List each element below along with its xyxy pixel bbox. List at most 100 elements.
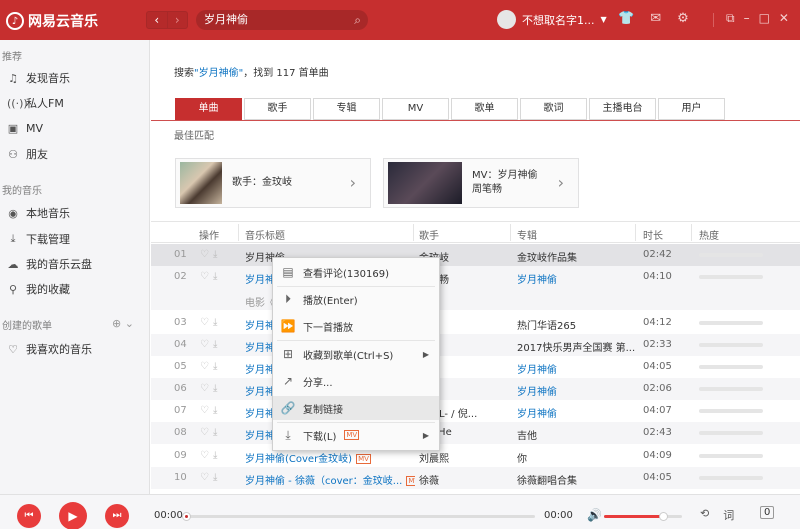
song-artist[interactable]: 刘晨熙 xyxy=(419,450,515,465)
song-artist[interactable]: 徐薇 xyxy=(419,472,515,487)
download-icon[interactable]: ⤓ xyxy=(213,339,221,350)
close-icon[interactable]: ✕ xyxy=(779,11,789,26)
table-row[interactable]: 01 ♡⤓ 岁月神偷 金玟岐 金玟岐作品集 02:42 xyxy=(151,244,800,266)
download-icon[interactable]: ⤓ xyxy=(213,383,221,394)
song-album[interactable]: 岁月神偷 xyxy=(517,271,635,286)
heart-icon[interactable]: ♡ xyxy=(200,405,213,416)
menu-item-comments[interactable]: ▤ 查看评论(130169) xyxy=(273,260,439,284)
heart-icon[interactable]: ♡ xyxy=(200,383,213,394)
sidebar-item-friends[interactable]: ⚇ 朋友 xyxy=(0,143,150,165)
download-icon[interactable]: ⤓ xyxy=(213,472,221,483)
sidebar-item-mv[interactable]: ▣ MV xyxy=(0,117,150,139)
tab-mv[interactable]: MV xyxy=(382,98,449,120)
tab-artists[interactable]: 歌手 xyxy=(244,98,311,120)
user-profile[interactable]: 不想取名字1... ▼ xyxy=(497,10,607,29)
song-title[interactable]: 岁月神偷 - 徐薇（cover：金玟岐...MV xyxy=(245,472,415,487)
song-album[interactable]: 金玟岐作品集 xyxy=(517,249,635,264)
heart-icon[interactable]: ♡ xyxy=(200,271,213,282)
header-artist[interactable]: 歌手 xyxy=(419,227,439,242)
song-album[interactable]: 吉他 xyxy=(517,427,635,442)
tab-songs[interactable]: 单曲 xyxy=(175,98,242,120)
song-album[interactable]: 岁月神偷 xyxy=(517,361,635,376)
add-playlist-icon[interactable]: ⊕ xyxy=(112,317,121,330)
best-match-artist-card[interactable]: 歌手：金玟岐 › xyxy=(175,158,371,208)
mini-mode-icon[interactable]: ⧉ xyxy=(726,11,735,26)
download-icon[interactable]: ⤓ xyxy=(213,450,221,461)
song-album[interactable]: 岁月神偷 xyxy=(517,405,635,420)
song-album[interactable]: 徐薇翻唱合集 xyxy=(517,472,635,487)
header-album[interactable]: 专辑 xyxy=(517,227,537,242)
forward-button[interactable]: › xyxy=(166,12,188,28)
search-icon[interactable]: ⌕ xyxy=(354,10,361,30)
song-album[interactable]: 热门华语265 xyxy=(517,317,635,332)
download-icon[interactable]: ⤓ xyxy=(213,271,221,282)
minimize-icon[interactable]: – xyxy=(744,11,750,26)
chevron-down-icon[interactable]: ▼ xyxy=(601,15,607,24)
song-title[interactable]: 岁月神偷(Cover金玟岐) MV xyxy=(245,450,415,465)
download-icon[interactable]: ⤓ xyxy=(213,361,221,372)
song-album[interactable]: 岁月神偷 xyxy=(517,383,635,398)
sidebar-item-liked-music[interactable]: ♡ 我喜欢的音乐 xyxy=(0,338,150,360)
sidebar-item-collection[interactable]: ⚲ 我的收藏 xyxy=(0,278,150,300)
next-button[interactable]: ⏭ xyxy=(105,504,129,528)
play-button[interactable]: ▶ xyxy=(59,502,87,529)
table-row[interactable]: 06 ♡⤓ 岁月神偷 岁月神偷 02:06 xyxy=(151,378,800,400)
download-icon[interactable]: ⤓ xyxy=(213,405,221,416)
heart-icon[interactable]: ♡ xyxy=(200,317,213,328)
download-icon[interactable]: ⤓ xyxy=(213,427,221,438)
heart-icon[interactable]: ♡ xyxy=(200,361,213,372)
menu-item-add-to-playlist[interactable]: ⊞ 收藏到歌单(Ctrl+S) ▶ xyxy=(273,342,439,366)
sidebar-item-downloads[interactable]: ⤓ 下载管理 xyxy=(0,228,150,250)
username[interactable]: 不想取名字1... xyxy=(522,12,595,28)
previous-button[interactable]: ⏮ xyxy=(17,504,41,528)
tab-radio[interactable]: 主播电台 xyxy=(589,98,656,120)
sidebar-item-discover[interactable]: ♫ 发现音乐 xyxy=(0,67,150,89)
download-icon[interactable]: ⤓ xyxy=(213,249,221,260)
song-album[interactable]: 你 xyxy=(517,450,635,465)
header-duration[interactable]: 时长 xyxy=(643,227,663,242)
heart-icon[interactable]: ♡ xyxy=(200,339,213,350)
heart-icon[interactable]: ♡ xyxy=(200,472,213,483)
avatar[interactable] xyxy=(497,10,516,29)
sidebar-item-local-music[interactable]: ◉ 本地音乐 xyxy=(0,202,150,224)
download-icon[interactable]: ⤓ xyxy=(213,317,221,328)
skin-icon[interactable]: 👕 xyxy=(618,11,634,26)
best-match-mv-card[interactable]: MV：岁月神偷 周笔畅 › xyxy=(383,158,579,208)
app-logo[interactable]: ♪ 网易云音乐 xyxy=(6,11,98,31)
tab-lyrics[interactable]: 歌词 xyxy=(520,98,587,120)
header-heat[interactable]: 热度 xyxy=(699,227,719,242)
gear-icon[interactable]: ⚙ xyxy=(677,11,689,26)
heart-icon[interactable]: ♡ xyxy=(200,450,213,461)
tab-playlists[interactable]: 歌单 xyxy=(451,98,518,120)
tab-users[interactable]: 用户 xyxy=(658,98,725,120)
table-row[interactable]: 07 ♡⤓ 岁月神偷 大哥L- / 倪... 岁月神偷 04:07 xyxy=(151,400,800,422)
mv-tag[interactable]: MV xyxy=(406,476,415,486)
progress-slider[interactable] xyxy=(182,512,535,521)
menu-item-copy-link[interactable]: 🔗 复制链接 xyxy=(273,396,439,420)
maximize-icon[interactable]: □ xyxy=(759,11,770,26)
menu-item-play-next[interactable]: ⏩ 下一首播放 xyxy=(273,314,439,338)
volume-knob[interactable] xyxy=(658,512,668,521)
lyrics-button[interactable]: 词 xyxy=(723,507,734,523)
mail-icon[interactable]: ✉ xyxy=(650,11,661,26)
menu-item-play[interactable]: ⏵ 播放(Enter) xyxy=(273,287,439,311)
table-row[interactable]: 03 ♡⤓ 岁月神偷 热门华语265 04:12 xyxy=(151,312,800,334)
progress-knob[interactable] xyxy=(182,512,191,521)
sidebar-item-cloud[interactable]: ☁ 我的音乐云盘 xyxy=(0,253,150,275)
heart-icon[interactable]: ♡ xyxy=(200,427,213,438)
volume-slider[interactable] xyxy=(604,512,682,521)
table-row[interactable]: 10 ♡⤓ 岁月神偷 - 徐薇（cover：金玟岐...MV 徐薇 徐薇翻唱合集… xyxy=(151,467,800,489)
table-row[interactable]: 09 ♡⤓ 岁月神偷(Cover金玟岐) MV 刘晨熙 你 04:09 xyxy=(151,445,800,467)
mv-tag[interactable]: MV xyxy=(356,454,371,464)
song-album[interactable]: 2017快乐男声全国赛 第... xyxy=(517,339,635,354)
playlist-button[interactable]: 0 xyxy=(760,506,775,519)
tab-albums[interactable]: 专辑 xyxy=(313,98,380,120)
search-input[interactable]: 岁月神偷 ⌕ xyxy=(196,10,368,30)
heart-icon[interactable]: ♡ xyxy=(200,249,213,260)
menu-item-download[interactable]: ⤓ 下载(L) MV ▶ xyxy=(273,423,439,447)
menu-item-share[interactable]: ↗ 分享... xyxy=(273,369,439,393)
sidebar-item-fm[interactable]: ((·)) 私人FM xyxy=(0,92,150,114)
table-row[interactable]: 04 ♡⤓ 岁月神偷 2017快乐男声全国赛 第... 02:33 xyxy=(151,334,800,356)
table-row[interactable]: 08 ♡⤓ 岁月神偷 am He 吉他 02:43 xyxy=(151,422,800,444)
volume-icon[interactable]: 🔊 xyxy=(587,508,602,522)
